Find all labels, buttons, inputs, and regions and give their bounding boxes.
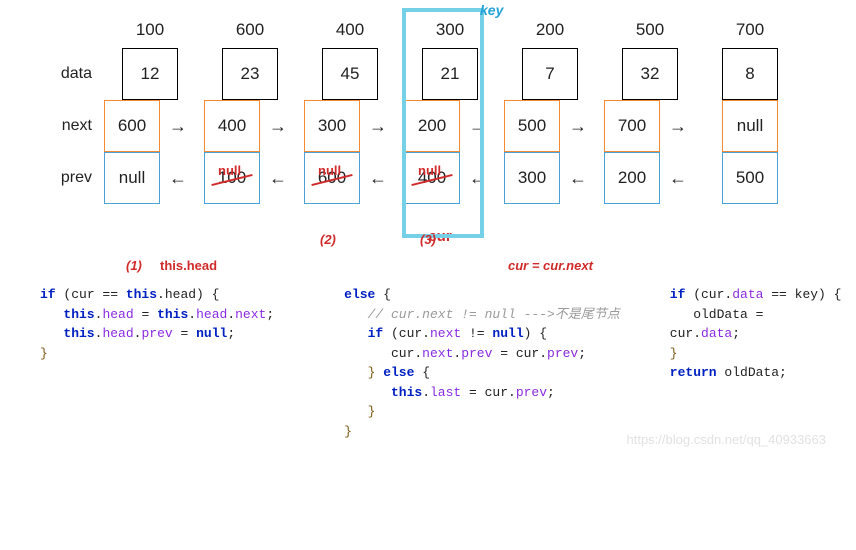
next-label: next (40, 100, 100, 152)
data-0: 12 (122, 48, 178, 100)
data-6: 8 (722, 48, 778, 100)
next-4: 500 (504, 100, 560, 152)
code-block-2: else { // cur.next != null --->不是尾节点 if … (344, 285, 620, 441)
addr-4: 200 (500, 20, 600, 48)
prev-6: 500 (722, 152, 778, 204)
next-5: 700 (604, 100, 660, 152)
null-ann-3: null (418, 163, 441, 178)
next-1: 400 (204, 100, 260, 152)
prev-2: 600 (304, 152, 360, 204)
data-4: 7 (522, 48, 578, 100)
arrow-left-icon: ← (360, 152, 396, 204)
cur-label: cur (390, 228, 490, 245)
null-ann-2: null (318, 163, 341, 178)
arrow-left-icon: ← (260, 152, 296, 204)
next-2: 300 (304, 100, 360, 152)
key-label: key (480, 2, 503, 18)
arrow-right-icon: → (560, 100, 596, 152)
prev-5: 200 (604, 152, 660, 204)
next-6: null (722, 100, 778, 152)
data-5: 32 (622, 48, 678, 100)
addr-5: 500 (600, 20, 700, 48)
step1-label: (1) (126, 258, 142, 273)
null-ann-1: null (218, 163, 241, 178)
cur-next-label: cur = cur.next (508, 258, 593, 273)
prev-3: 400 (404, 152, 460, 204)
step3-label: (3) (420, 232, 436, 247)
this-head-label: this.head (160, 258, 217, 273)
addr-1: 600 (200, 20, 300, 48)
arrow-right-icon: → (260, 100, 296, 152)
code-block-3: if (cur.data == key) { oldData = cur.dat… (670, 285, 842, 441)
addr-2: 400 (300, 20, 400, 48)
arrow-right-icon: → (460, 100, 496, 152)
prev-0: null (104, 152, 160, 204)
next-3: 200 (404, 100, 460, 152)
prev-1: 100 (204, 152, 260, 204)
addr-6: 700 (700, 20, 800, 48)
prev-label: prev (40, 152, 100, 204)
arrow-right-icon: → (660, 100, 696, 152)
arrow-right-icon: → (360, 100, 396, 152)
step2-label: (2) (320, 232, 336, 247)
watermark: https://blog.csdn.net/qq_40933663 (627, 432, 827, 447)
arrow-left-icon: ← (160, 152, 196, 204)
data-label: data (40, 48, 100, 100)
arrow-left-icon: ← (660, 152, 696, 204)
data-3: 21 (422, 48, 478, 100)
data-1: 23 (222, 48, 278, 100)
linked-list-diagram: 100 600 400 300 200 500 700 data 12 23 4… (40, 20, 816, 204)
arrow-left-icon: ← (560, 152, 596, 204)
addr-3: 300 (400, 20, 500, 48)
code-block-1: if (cur == this.head) { this.head = this… (40, 285, 274, 441)
prev-4: 300 (504, 152, 560, 204)
arrow-right-icon: → (160, 100, 196, 152)
code-area: if (cur == this.head) { this.head = this… (40, 285, 816, 441)
data-2: 45 (322, 48, 378, 100)
addr-row-spacer (40, 20, 100, 48)
arrow-left-icon: ← (460, 152, 496, 204)
next-0: 600 (104, 100, 160, 152)
addr-0: 100 (100, 20, 200, 48)
